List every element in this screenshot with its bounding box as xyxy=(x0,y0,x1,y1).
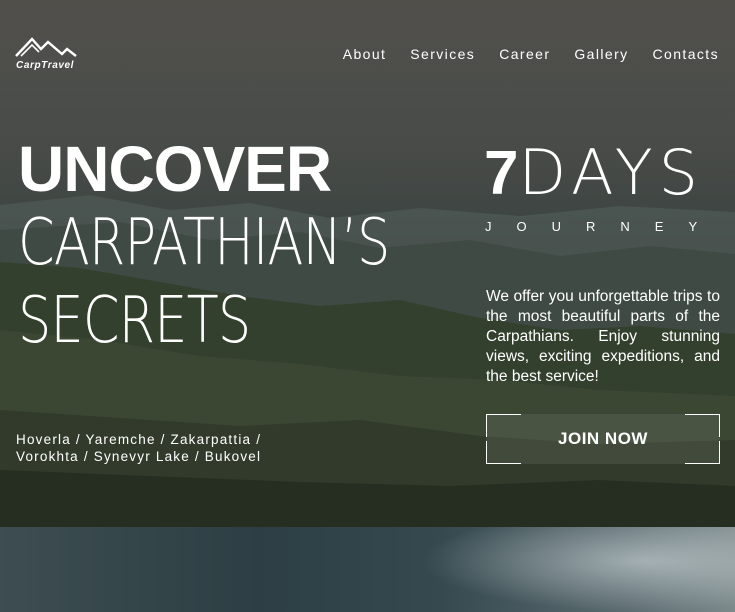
join-now-label: JOIN NOW xyxy=(558,429,648,448)
nav-item-career[interactable]: Career xyxy=(499,46,550,62)
button-corner-top-left xyxy=(486,414,521,437)
join-now-button[interactable]: JOIN NOW xyxy=(486,414,720,464)
hero-title-line-3: SECRETS xyxy=(18,284,251,358)
main-navigation: About Services Career Gallery Contacts xyxy=(319,46,719,62)
destinations-list: Hoverla / Yaremche / Zakarpattia / Vorok… xyxy=(16,431,286,465)
journey-label: JOURNEY xyxy=(485,219,723,234)
days-number: 7 xyxy=(484,139,519,208)
nav-item-services[interactable]: Services xyxy=(410,46,475,62)
button-corner-bottom-right xyxy=(685,441,720,464)
destinations-line-1: Hoverla / Yaremche / Zakarpattia / xyxy=(16,432,262,447)
button-corner-bottom-left xyxy=(486,441,521,464)
brand-logo[interactable]: CarpTravel xyxy=(15,36,79,72)
days-heading: 7DAYS xyxy=(484,140,704,207)
nav-item-contacts[interactable]: Contacts xyxy=(653,46,719,62)
days-word: DAYS xyxy=(518,136,704,209)
nav-item-gallery[interactable]: Gallery xyxy=(574,46,628,62)
button-corner-top-right xyxy=(685,414,720,437)
brand-name: CarpTravel xyxy=(16,60,75,71)
mountains-logo-icon xyxy=(15,37,77,57)
hero-title-line-2: CARPATHIAN’S xyxy=(18,206,390,280)
hero-section: CarpTravel About Services Career Gallery… xyxy=(0,0,735,527)
hero-title-line-1: UNCOVER xyxy=(18,133,332,205)
destinations-line-2: Vorokhta / Synevyr Lake / Bukovel xyxy=(16,449,262,464)
next-section-preview xyxy=(0,527,735,612)
hero-title: UNCOVER CARPATHIAN’S SECRETS xyxy=(18,134,471,360)
nav-item-about[interactable]: About xyxy=(343,46,387,62)
hero-description: We offer you unforgettable trips to the … xyxy=(486,288,720,385)
sky-mist-background xyxy=(420,527,735,612)
